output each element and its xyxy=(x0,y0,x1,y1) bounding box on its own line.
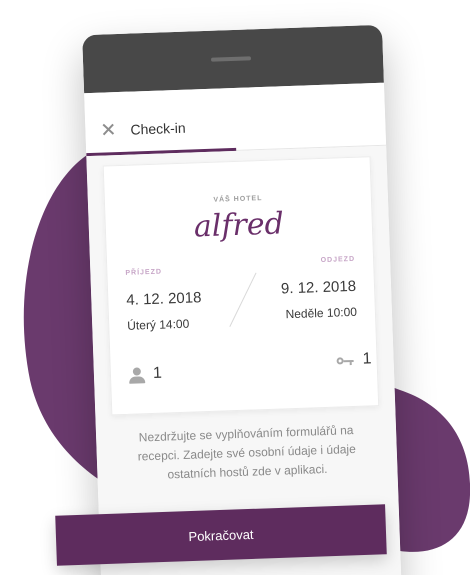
hotel-logo: alfred xyxy=(193,206,285,245)
app-header: Check-in xyxy=(84,82,387,157)
departure-date: 9. 12. 2018 xyxy=(280,277,357,298)
reservation-card: VÁŠ HOTEL alfred PŘÍJEZD 4. 12. 2018 Úte… xyxy=(102,156,380,416)
person-icon xyxy=(129,367,146,384)
page-title: Check-in xyxy=(130,119,186,138)
key-icon xyxy=(336,356,354,367)
departure-label: ODJEZD xyxy=(320,255,356,265)
marketing-stage: Check-in VÁŠ HOTEL alfred PŘÍJEZD 4. 12.… xyxy=(0,0,470,575)
departure-time: Neděle 10:00 xyxy=(285,304,358,322)
phone-mockup: Check-in VÁŠ HOTEL alfred PŘÍJEZD 4. 12.… xyxy=(82,24,402,575)
phone-speaker xyxy=(210,56,252,62)
arrival-label: PŘÍJEZD xyxy=(125,268,163,277)
key-count: 1 xyxy=(362,350,372,368)
arrival-date: 4. 12. 2018 xyxy=(126,289,202,309)
date-divider xyxy=(229,272,257,327)
checkin-info-text: Nezdržujte se vyplňováním formulářů na r… xyxy=(137,423,357,482)
guest-count: 1 xyxy=(152,364,163,382)
phone-top-bezel xyxy=(82,24,384,94)
arrival-time: Úterý 14:00 xyxy=(127,316,190,333)
close-icon[interactable] xyxy=(101,122,115,136)
